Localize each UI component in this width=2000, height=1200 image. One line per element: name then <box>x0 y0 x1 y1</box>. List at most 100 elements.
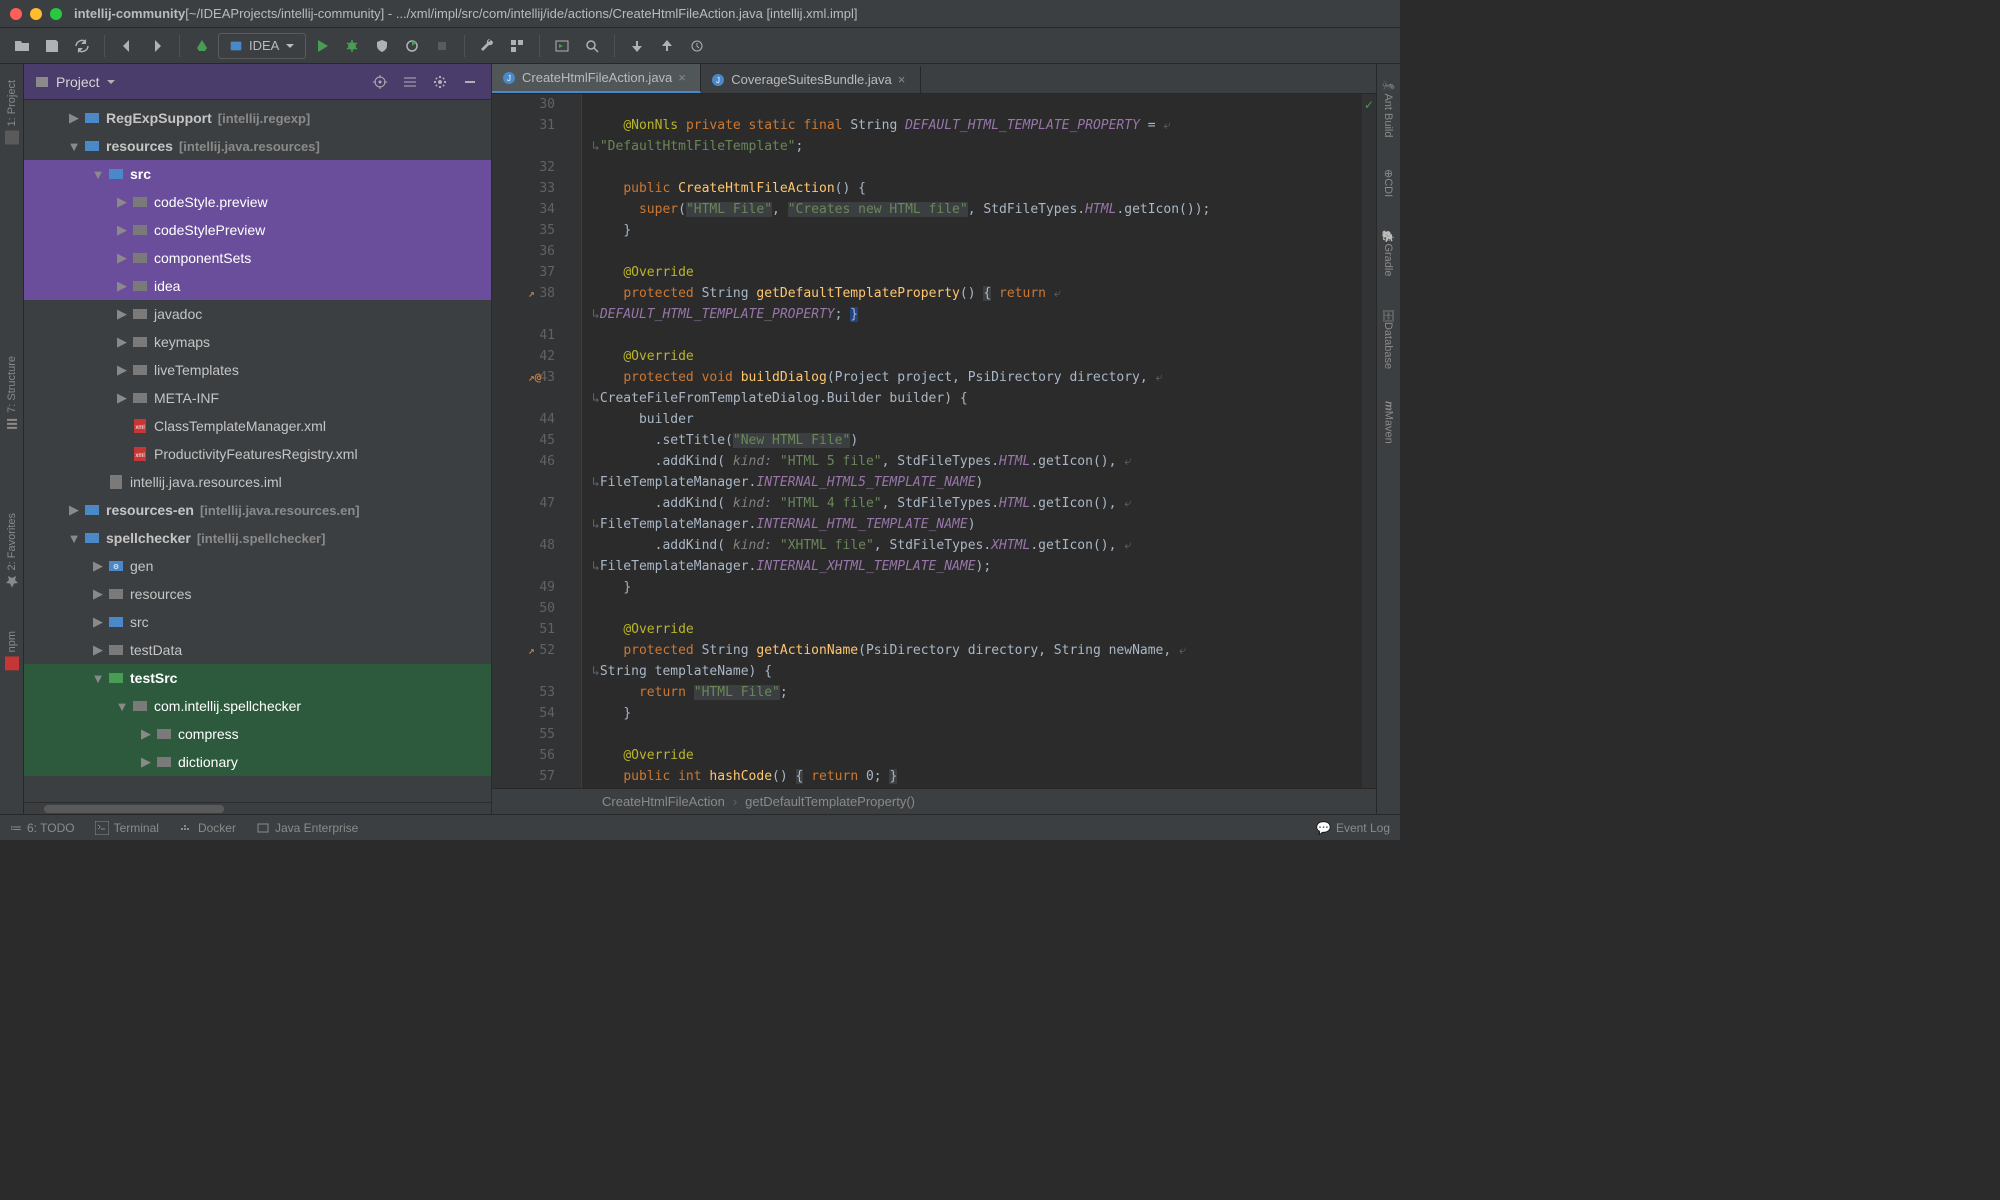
line-number[interactable]: 45 <box>492 430 581 451</box>
tree-item[interactable]: ▼resources[intellij.java.resources] <box>24 132 491 160</box>
code-line[interactable]: ↳DEFAULT_HTML_TEMPLATE_PROPERTY; } <box>592 304 1362 325</box>
editor-gutter[interactable]: 3031323334353637↗384142↗@434445464748495… <box>492 94 582 788</box>
favorites-tool-button[interactable]: 2: Favorites <box>3 507 21 594</box>
line-number[interactable] <box>492 472 581 493</box>
line-number[interactable]: 33 <box>492 178 581 199</box>
overview-ruler[interactable]: ✓ <box>1362 94 1376 788</box>
line-number[interactable]: 57 <box>492 766 581 787</box>
code-line[interactable]: super("HTML File", "Creates new HTML fil… <box>592 199 1362 220</box>
chevron-down-icon[interactable] <box>106 77 116 87</box>
tree-item[interactable]: ▶keymaps <box>24 328 491 356</box>
code-line[interactable]: public int hashCode() { return 0; } <box>592 766 1362 787</box>
code-line[interactable] <box>592 241 1362 262</box>
tree-item[interactable]: ▶javadoc <box>24 300 491 328</box>
cdi-tool-button[interactable]: ⊕CDI <box>1380 163 1397 203</box>
code-line[interactable]: ↳CreateFileFromTemplateDialog.Builder bu… <box>592 388 1362 409</box>
code-line[interactable]: protected String getActionName(PsiDirect… <box>592 640 1362 661</box>
terminal-tool-button[interactable]: Terminal <box>95 821 159 835</box>
line-number[interactable]: 44 <box>492 409 581 430</box>
database-tool-button[interactable]: 🗄Database <box>1380 302 1397 375</box>
editor-tab[interactable]: JCoverageSuitesBundle.java× <box>701 66 920 93</box>
sync-button[interactable] <box>68 32 96 60</box>
build-button[interactable] <box>188 32 216 60</box>
code-line[interactable] <box>592 724 1362 745</box>
code-line[interactable] <box>592 325 1362 346</box>
code-line[interactable]: @Override <box>592 745 1362 766</box>
code-line[interactable] <box>592 598 1362 619</box>
code-line[interactable]: } <box>592 703 1362 724</box>
structure-tool-button[interactable]: 7: Structure <box>3 350 21 437</box>
line-number[interactable]: 46 <box>492 451 581 472</box>
line-number[interactable]: 32 <box>492 157 581 178</box>
tree-item[interactable]: ▼com.intellij.spellchecker <box>24 692 491 720</box>
hide-button[interactable] <box>459 71 481 93</box>
line-number[interactable]: 37 <box>492 262 581 283</box>
line-number[interactable]: ↗38 <box>492 283 581 304</box>
search-button[interactable] <box>578 32 606 60</box>
tree-item[interactable]: intellij.java.resources.iml <box>24 468 491 496</box>
tree-item[interactable]: ▼spellchecker[intellij.spellchecker] <box>24 524 491 552</box>
code-line[interactable]: protected void buildDialog(Project proje… <box>592 367 1362 388</box>
event-log-button[interactable]: 💬 Event Log <box>1316 821 1390 835</box>
code-line[interactable]: } <box>592 577 1362 598</box>
line-number[interactable]: 56 <box>492 745 581 766</box>
code-line[interactable]: .addKind( kind: "HTML 4 file", StdFileTy… <box>592 493 1362 514</box>
editor-tab[interactable]: JCreateHtmlFileAction.java× <box>492 64 701 93</box>
run-button[interactable] <box>308 32 336 60</box>
tree-item[interactable]: ▶⚙gen <box>24 552 491 580</box>
line-number[interactable]: 42 <box>492 346 581 367</box>
line-number[interactable]: 34 <box>492 199 581 220</box>
vcs-commit-button[interactable] <box>653 32 681 60</box>
line-number[interactable]: 30 <box>492 94 581 115</box>
code-line[interactable]: protected String getDefaultTemplatePrope… <box>592 283 1362 304</box>
code-line[interactable]: .setTitle("New HTML File") <box>592 430 1362 451</box>
tree-item[interactable]: ▼src <box>24 160 491 188</box>
save-button[interactable] <box>38 32 66 60</box>
tree-item[interactable]: ▶liveTemplates <box>24 356 491 384</box>
java-enterprise-tool-button[interactable]: Java Enterprise <box>256 821 358 835</box>
line-number[interactable] <box>492 388 581 409</box>
gradle-tool-button[interactable]: 🐘Gradle <box>1380 224 1397 282</box>
tree-item[interactable]: ▼testSrc <box>24 664 491 692</box>
tree-item[interactable]: ▶src <box>24 608 491 636</box>
code-line[interactable] <box>592 94 1362 115</box>
close-tab-icon[interactable]: × <box>678 70 690 85</box>
ant-tool-button[interactable]: 🐜Ant Build <box>1380 74 1397 143</box>
coverage-button[interactable] <box>368 32 396 60</box>
tree-item[interactable]: xmlProductivityFeaturesRegistry.xml <box>24 440 491 468</box>
settings-icon[interactable] <box>429 71 451 93</box>
tree-item[interactable]: ▶resources <box>24 580 491 608</box>
line-number[interactable] <box>492 514 581 535</box>
code-line[interactable]: } <box>592 220 1362 241</box>
line-number[interactable]: 49 <box>492 577 581 598</box>
line-number[interactable]: 41 <box>492 325 581 346</box>
line-number[interactable] <box>492 556 581 577</box>
wrench-icon[interactable] <box>473 32 501 60</box>
tree-item[interactable]: xmlClassTemplateManager.xml <box>24 412 491 440</box>
breadcrumb[interactable]: CreateHtmlFileAction›getDefaultTemplateP… <box>492 788 1376 814</box>
vcs-history-button[interactable] <box>683 32 711 60</box>
code-line[interactable]: ↳FileTemplateManager.INTERNAL_XHTML_TEMP… <box>592 556 1362 577</box>
line-number[interactable]: ↗@43 <box>492 367 581 388</box>
back-button[interactable] <box>113 32 141 60</box>
debug-button[interactable] <box>338 32 366 60</box>
close-tab-icon[interactable]: × <box>898 72 910 87</box>
line-number[interactable] <box>492 304 581 325</box>
line-number[interactable] <box>492 661 581 682</box>
stop-button[interactable] <box>428 32 456 60</box>
tree-item[interactable]: ▶compress <box>24 720 491 748</box>
locate-button[interactable] <box>369 71 391 93</box>
open-file-button[interactable] <box>8 32 36 60</box>
line-number[interactable]: 54 <box>492 703 581 724</box>
line-number[interactable]: 53 <box>492 682 581 703</box>
code-line[interactable]: @NonNls private static final String DEFA… <box>592 115 1362 136</box>
line-number[interactable]: 48 <box>492 535 581 556</box>
code-editor[interactable]: @NonNls private static final String DEFA… <box>582 94 1362 788</box>
code-line[interactable]: .addKind( kind: "XHTML file", StdFileTyp… <box>592 535 1362 556</box>
code-line[interactable]: @Override <box>592 262 1362 283</box>
line-number[interactable]: 35 <box>492 220 581 241</box>
todo-tool-button[interactable]: ≔ 6: TODO <box>10 821 75 835</box>
vcs-update-button[interactable] <box>623 32 651 60</box>
code-line[interactable]: ↳FileTemplateManager.INTERNAL_HTML5_TEMP… <box>592 472 1362 493</box>
maximize-window-button[interactable] <box>50 8 62 20</box>
